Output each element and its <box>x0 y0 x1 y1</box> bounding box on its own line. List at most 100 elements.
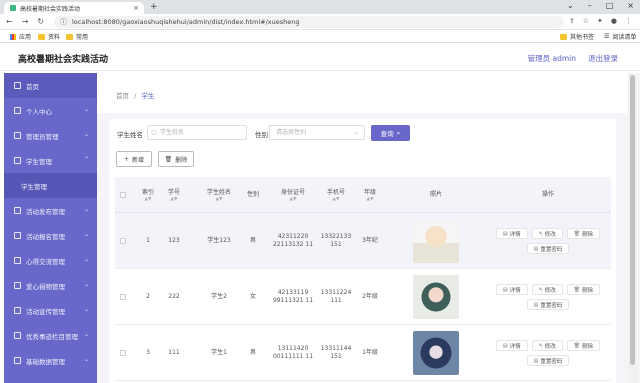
sidebar-item[interactable]: 活动宣传管理 ⌄ <box>4 298 97 323</box>
column-header[interactable]: 年级 ▲▼ <box>357 177 383 213</box>
table-header: 索引 ▲▼ 学号 ▲▼ 学生姓名 ▲▼ 性别 身份证号 ▲▼ 手机号 ▲▼ 年级 ▲▼ 照片 操作 <box>115 177 611 213</box>
row-checkbox[interactable] <box>120 350 126 356</box>
sidebar-item[interactable]: 爱心捐物管理 ⌄ <box>4 273 97 298</box>
sort-icon[interactable]: ▲▼ <box>145 197 152 202</box>
sort-icon[interactable]: ▲▼ <box>171 197 178 202</box>
detail-button[interactable]: ▤ 详情 <box>495 340 528 351</box>
scrollbar-thumb[interactable] <box>630 75 635 365</box>
sidebar-item[interactable]: 活动发布管理 ⌄ <box>4 198 97 223</box>
sidebar-item[interactable]: 管理员管理 ⌄ <box>4 123 97 148</box>
cell-no: 123 <box>168 236 180 244</box>
table-row[interactable]: 2 222 学生2 女 42133119 99111321 11 13311224 111… <box>115 269 611 325</box>
browser-tab[interactable]: 高校暑期社会实践活动 × <box>4 2 144 14</box>
sidebar-item-label: 学生管理 <box>26 157 52 166</box>
column-header[interactable]: 学生姓名 ▲▼ <box>199 177 239 213</box>
cell-gender: 男 <box>249 348 256 356</box>
add-button[interactable]: + 新增 <box>116 151 152 167</box>
table-row[interactable]: 3 111 学生1 男 13111420 00111111 11 13311144 151… <box>115 325 611 381</box>
bookmark-apps[interactable]: 应用 <box>10 32 31 41</box>
main-content: 首页 / 学生 学生姓名 ○ 学生姓名 性别 请选择性别 ⌄ 查询 ⌕ + 新增 … <box>97 73 640 383</box>
cell-actions: ▤ 详情 ✎ 修改 🗑 删除 ▤ 重置密码 <box>485 269 611 325</box>
cell-id-card: 42133119 99111321 11 <box>272 288 314 305</box>
row-delete-button[interactable]: 🗑 删除 <box>566 228 601 239</box>
share-icon[interactable]: ⇪ <box>569 17 575 25</box>
url-field[interactable]: ⓘ localhost:8080/gaoxiaoshuqishehui/admi… <box>54 16 564 28</box>
folder-icon <box>66 33 73 40</box>
select-all-checkbox[interactable] <box>120 192 126 198</box>
student-photo <box>413 275 459 319</box>
row-checkbox[interactable] <box>120 294 126 300</box>
column-header[interactable]: 手机号 ▲▼ <box>319 177 353 213</box>
sidebar-item[interactable]: 心得交流管理 ⌄ <box>4 248 97 273</box>
chevron-down-icon: ⌄ <box>83 131 89 138</box>
query-button[interactable]: 查询 ⌕ <box>371 125 410 141</box>
reset-password-button[interactable]: ▤ 重置密码 <box>526 243 570 254</box>
sidebar-item[interactable]: 基础数据管理 ⌄ <box>4 348 97 373</box>
edit-button[interactable]: ✎ 修改 <box>531 228 563 239</box>
star-icon[interactable]: ☆ <box>583 17 589 25</box>
sidebar-item-label: 首页 <box>26 82 39 91</box>
delete-button[interactable]: 🗑 删除 <box>158 151 194 167</box>
sort-icon[interactable]: ▲▼ <box>216 197 223 202</box>
sidebar-item[interactable]: 学生管理 ⌃ <box>4 148 97 173</box>
edit-button[interactable]: ✎ 修改 <box>531 340 563 351</box>
cell-no: 111 <box>168 348 180 356</box>
reload-icon[interactable]: ↻ <box>37 17 44 26</box>
reset-icon: ▤ <box>533 357 539 364</box>
sidebar-item[interactable]: 活动报名管理 ⌄ <box>4 223 97 248</box>
row-checkbox[interactable] <box>120 238 126 244</box>
list-icon <box>14 207 21 214</box>
sort-icon[interactable]: ▲▼ <box>290 197 297 202</box>
sidebar-item[interactable]: 个人中心 ⌄ <box>4 98 97 123</box>
reset-password-button[interactable]: ▤ 重置密码 <box>526 355 570 366</box>
row-delete-button[interactable]: 🗑 删除 <box>566 340 601 351</box>
chevron-down-icon: ⌄ <box>83 256 89 263</box>
name-search-input[interactable]: ○ 学生姓名 <box>147 125 247 140</box>
column-header[interactable]: 索引 ▲▼ <box>137 177 159 213</box>
table-row[interactable]: 1 123 学生123 男 42311220 22113132 11 13322133 1… <box>115 213 611 269</box>
minimize-icon[interactable]: – <box>588 1 592 10</box>
reset-password-button[interactable]: ▤ 重置密码 <box>526 299 570 310</box>
maximize-icon[interactable]: □ <box>606 1 614 10</box>
home-icon <box>14 82 21 89</box>
forward-icon[interactable]: → <box>22 17 29 26</box>
detail-icon: ▤ <box>502 286 508 293</box>
sidebar-subitem[interactable]: 学生管理 <box>4 173 97 198</box>
gender-select[interactable]: 请选择性别 ⌄ <box>269 125 365 140</box>
column-header[interactable]: 身份证号 ▲▼ <box>271 177 315 213</box>
gender-label: 性别 <box>255 131 268 139</box>
list-icon <box>14 332 21 339</box>
sidebar-item[interactable]: 优秀事迹栏目管理 ⌄ <box>4 323 97 348</box>
menu-icon[interactable]: ⋮ <box>625 17 632 25</box>
new-tab-icon[interactable]: + <box>150 2 158 12</box>
bookmark-folder[interactable]: 常用 <box>66 32 88 41</box>
row-delete-button[interactable]: 🗑 删除 <box>566 284 601 295</box>
info-icon[interactable]: ⓘ <box>60 16 67 28</box>
student-photo <box>413 331 459 375</box>
row-checkbox-cell <box>115 325 131 381</box>
chevron-down-icon: ⌄ <box>83 231 89 238</box>
column-header[interactable]: 学号 ▲▼ <box>161 177 187 213</box>
edit-button[interactable]: ✎ 修改 <box>531 284 563 295</box>
detail-button[interactable]: ▤ 详情 <box>495 284 528 295</box>
profile-icon[interactable]: ● <box>611 17 617 25</box>
bookmark-other[interactable]: 其他书签 <box>560 32 594 41</box>
column-header: 操作 <box>541 191 554 198</box>
breadcrumb: 首页 / 学生 <box>116 92 155 100</box>
detail-button[interactable]: ▤ 详情 <box>495 228 528 239</box>
sort-icon[interactable]: ▲▼ <box>333 197 340 202</box>
close-window-icon[interactable]: × <box>627 1 634 10</box>
edit-icon: ✎ <box>538 230 543 237</box>
logout-link[interactable]: 退出登录 <box>588 53 618 64</box>
bookmark-folder[interactable]: 资料 <box>38 32 60 41</box>
breadcrumb-home[interactable]: 首页 <box>116 92 129 100</box>
chevron-down-icon[interactable]: ⌄ <box>567 1 574 10</box>
close-tab-icon[interactable]: × <box>133 4 139 12</box>
extensions-icon[interactable]: ✦ <box>597 17 603 25</box>
sort-icon[interactable]: ▲▼ <box>367 197 374 202</box>
sidebar-item[interactable]: 首页 <box>4 73 97 98</box>
scrollbar[interactable] <box>628 73 637 383</box>
cell-actions: ▤ 详情 ✎ 修改 🗑 删除 ▤ 重置密码 <box>485 325 611 381</box>
reading-list[interactable]: ☰ 阅读清单 <box>604 32 636 41</box>
back-icon[interactable]: ← <box>6 17 13 26</box>
